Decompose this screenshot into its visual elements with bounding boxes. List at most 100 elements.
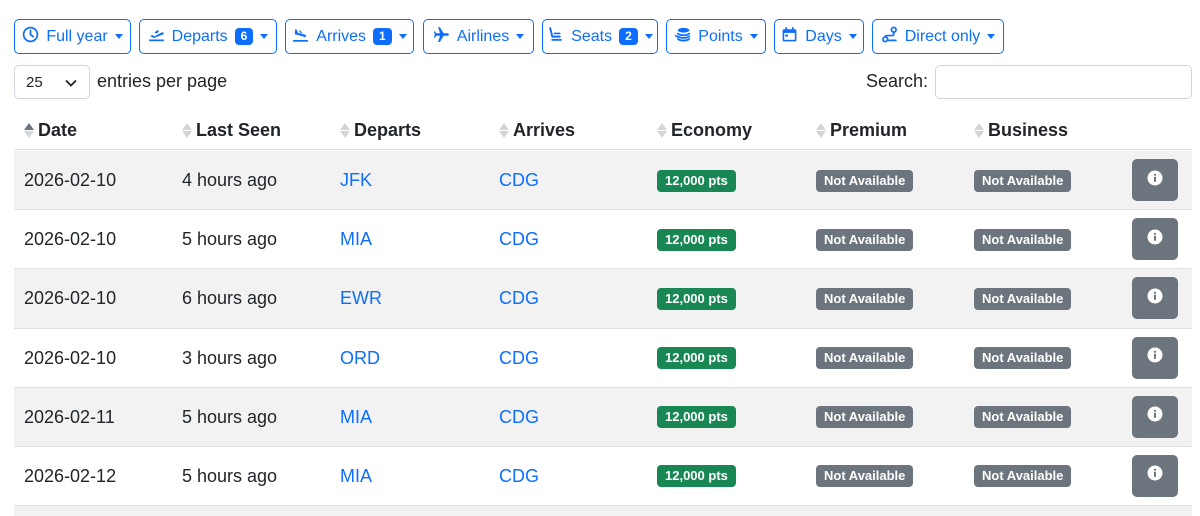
arrives-filter[interactable]: Arrives 1 xyxy=(285,19,414,54)
premium-badge: Not Available xyxy=(816,465,914,488)
info-button[interactable] xyxy=(1132,454,1178,497)
departs-link[interactable]: MIA xyxy=(340,407,372,428)
full-year-filter[interactable]: Full year xyxy=(14,19,131,54)
days-filter[interactable]: Days xyxy=(774,19,864,54)
date-cell: 2026-02-10 xyxy=(24,170,117,190)
info-icon xyxy=(1147,229,1163,250)
entries-per-page-select[interactable]: 25 xyxy=(14,65,90,99)
table-row-partial xyxy=(14,506,1192,516)
departs-link[interactable]: MIA xyxy=(340,466,372,487)
business-badge: Not Available xyxy=(974,169,1072,192)
direct-only-filter[interactable]: Direct only xyxy=(872,19,1004,54)
premium-badge: Not Available xyxy=(816,406,914,429)
departs-link[interactable]: MIA xyxy=(340,229,372,250)
info-icon xyxy=(1147,170,1163,191)
arrives-link[interactable]: CDG xyxy=(499,407,539,428)
table-row: 2026-02-11 5 hours ago MIA CDG 12,000 pt… xyxy=(14,387,1192,447)
points-filter[interactable]: Points xyxy=(666,19,766,54)
chevron-down-icon xyxy=(260,34,269,39)
economy-badge[interactable]: 12,000 pts xyxy=(657,228,736,251)
arrives-link[interactable]: CDG xyxy=(499,466,539,487)
table-row: 2026-02-10 6 hours ago EWR CDG 12,000 pt… xyxy=(14,269,1192,329)
column-header-departs[interactable]: Departs xyxy=(340,110,421,150)
economy-badge[interactable]: 12,000 pts xyxy=(657,169,736,192)
economy-badge[interactable]: 12,000 pts xyxy=(657,465,736,488)
info-icon xyxy=(1147,465,1163,486)
info-icon xyxy=(1147,406,1163,427)
premium-badge: Not Available xyxy=(816,347,914,370)
premium-badge: Not Available xyxy=(816,228,914,251)
sort-icon xyxy=(24,122,34,138)
business-badge: Not Available xyxy=(974,347,1072,370)
table-row: 2026-02-10 5 hours ago MIA CDG 12,000 pt… xyxy=(14,210,1192,270)
info-button[interactable] xyxy=(1132,395,1178,438)
column-header-arrives[interactable]: Arrives xyxy=(499,110,575,150)
table-row: 2026-02-12 5 hours ago MIA CDG 12,000 pt… xyxy=(14,447,1192,507)
entries-per-page-label: entries per page xyxy=(97,71,228,91)
route-icon xyxy=(881,26,898,48)
arrives-link[interactable]: CDG xyxy=(499,170,539,191)
table-row: 2026-02-10 3 hours ago ORD CDG 12,000 pt… xyxy=(14,329,1192,388)
calendar-icon xyxy=(781,26,798,48)
airlines-filter[interactable]: Airlines xyxy=(423,19,534,54)
arrives-link[interactable]: CDG xyxy=(499,288,539,309)
filter-label: Days xyxy=(805,27,842,45)
column-header-last-seen[interactable]: Last Seen xyxy=(182,110,281,150)
economy-badge[interactable]: 12,000 pts xyxy=(657,287,736,310)
last-seen-cell: 4 hours ago xyxy=(182,170,278,190)
column-header-economy[interactable]: Economy xyxy=(657,110,752,150)
filter-label: Arrives xyxy=(316,27,367,45)
last-seen-cell: 5 hours ago xyxy=(182,229,278,250)
date-cell: 2026-02-12 xyxy=(24,465,117,486)
date-cell: 2026-02-10 xyxy=(24,229,117,250)
economy-badge[interactable]: 12,000 pts xyxy=(657,347,736,370)
business-badge: Not Available xyxy=(974,406,1072,429)
table-header: Date Last Seen Departs Arrives Economy P… xyxy=(14,110,1192,150)
filter-label: Seats xyxy=(571,27,613,45)
date-cell: 2026-02-11 xyxy=(24,406,115,427)
chevron-down-icon xyxy=(516,34,525,39)
departs-count-badge: 6 xyxy=(234,28,254,45)
departs-filter[interactable]: Departs 6 xyxy=(139,19,277,54)
chevron-down-icon xyxy=(987,34,996,39)
business-badge: Not Available xyxy=(974,228,1072,251)
premium-badge: Not Available xyxy=(816,287,914,310)
column-header-premium[interactable]: Premium xyxy=(816,110,907,150)
search-input[interactable] xyxy=(935,65,1192,99)
business-badge: Not Available xyxy=(974,465,1072,488)
info-icon xyxy=(1147,288,1163,309)
departs-link[interactable]: EWR xyxy=(340,288,382,309)
economy-badge[interactable]: 12,000 pts xyxy=(657,406,736,429)
arrives-link[interactable]: CDG xyxy=(499,348,539,369)
coins-icon xyxy=(674,26,691,48)
date-cell: 2026-02-10 xyxy=(24,347,117,368)
sort-icon xyxy=(816,122,826,138)
info-button[interactable] xyxy=(1132,277,1178,320)
table-row: 2026-02-10 4 hours ago JFK CDG 12,000 pt… xyxy=(14,151,1192,211)
chevron-down-icon xyxy=(398,34,407,39)
plane-departure-icon xyxy=(148,26,165,48)
sort-icon xyxy=(974,122,984,138)
last-seen-cell: 5 hours ago xyxy=(182,406,278,427)
info-button[interactable] xyxy=(1132,336,1178,379)
table-body: 2026-02-10 4 hours ago JFK CDG 12,000 pt… xyxy=(14,151,1192,516)
column-header-business[interactable]: Business xyxy=(974,110,1068,150)
sort-icon xyxy=(182,122,192,138)
info-button[interactable] xyxy=(1132,159,1178,201)
column-header-date[interactable]: Date xyxy=(24,110,77,150)
clock-icon xyxy=(22,26,39,48)
filter-label: Points xyxy=(698,27,743,45)
info-button[interactable] xyxy=(1132,218,1178,261)
arrives-link[interactable]: CDG xyxy=(499,229,539,250)
sort-icon xyxy=(657,122,667,138)
filter-label: Full year xyxy=(46,27,108,45)
departs-link[interactable]: ORD xyxy=(340,348,380,369)
date-cell: 2026-02-10 xyxy=(24,288,117,309)
seats-count-badge: 2 xyxy=(619,28,638,45)
plane-arrival-icon xyxy=(292,26,309,48)
departs-link[interactable]: JFK xyxy=(340,170,372,191)
sort-icon xyxy=(499,122,509,138)
plane-icon xyxy=(433,26,450,48)
chevron-down-icon xyxy=(848,34,857,39)
seats-filter[interactable]: Seats 2 xyxy=(542,19,658,54)
